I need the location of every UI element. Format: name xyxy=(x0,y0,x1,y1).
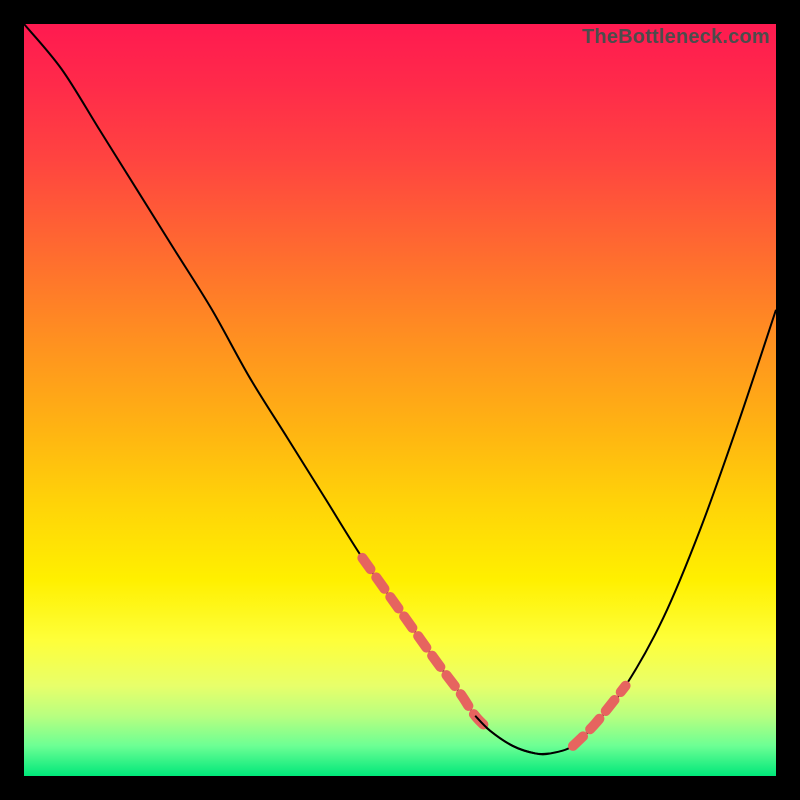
chart-svg xyxy=(24,24,776,776)
plot-area: TheBottleneck.com xyxy=(24,24,776,776)
bottleneck-curve xyxy=(24,24,776,754)
right-highlight-region xyxy=(573,686,626,746)
left-highlight-region xyxy=(362,558,490,731)
chart-frame: TheBottleneck.com xyxy=(0,0,800,800)
